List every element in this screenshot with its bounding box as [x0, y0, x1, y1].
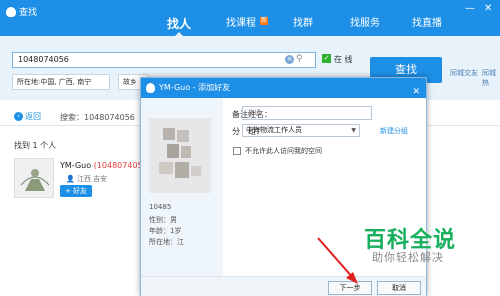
arrow-head — [346, 272, 358, 284]
arrow-shaft — [317, 237, 355, 280]
watermark-subtitle: 助你轻松解决 — [372, 251, 444, 264]
